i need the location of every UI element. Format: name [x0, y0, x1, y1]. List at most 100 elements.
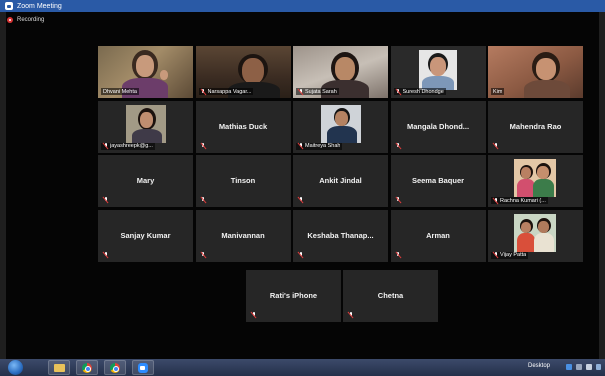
participant-name: Mahendra Rao [509, 121, 562, 131]
window-title: Zoom Meeting [17, 2, 62, 10]
taskbar-zoom[interactable] [132, 360, 154, 375]
muted-mic-icon [493, 142, 498, 149]
taskbar-explorer[interactable] [48, 360, 70, 375]
participant-name: Manivannan [221, 230, 265, 240]
participant-name: Keshaba Thanap... [307, 230, 374, 240]
participant-name: Seema Baquer [411, 176, 465, 186]
participant-name: jayashreepk@g... [110, 143, 153, 149]
participant-tile[interactable]: Sujata Sarah [293, 46, 388, 98]
chrome-icon [82, 362, 92, 373]
participant-nametag: Dhvani Mehta [101, 88, 139, 95]
muted-mic-icon [103, 251, 108, 258]
participant-tile[interactable]: Suresh Dhondge [390, 46, 486, 98]
participant-name: Vijay Patta [500, 252, 527, 258]
muted-mic-icon [298, 88, 303, 95]
participant-name: Dhvani Mehta [103, 88, 137, 95]
gallery-grid-last-row: Rati's iPhone Chetna [246, 270, 438, 322]
folder-icon [53, 363, 65, 372]
muted-mic-icon [396, 88, 401, 95]
participant-tile[interactable]: Dhvani Mehta [98, 46, 193, 98]
muted-mic-icon [201, 251, 206, 258]
muted-mic-icon [103, 197, 108, 203]
muted-mic-icon [396, 197, 401, 203]
participant-tile[interactable]: Rachna Kumari (... [488, 155, 583, 207]
participant-tile[interactable]: Maitreya Shah [293, 100, 388, 153]
participant-nametag: Rachna Kumari (... [491, 197, 548, 204]
desktop-toolbar-label[interactable]: Desktop [528, 363, 550, 369]
muted-mic-icon [298, 251, 303, 258]
muted-mic-icon [201, 197, 206, 203]
participant-tile[interactable]: Keshaba Thanap... [293, 209, 388, 262]
volume-icon[interactable] [576, 364, 582, 370]
participant-photo [514, 159, 556, 197]
muted-mic-icon [396, 251, 401, 258]
participant-tile[interactable]: Sanjay Kumar [98, 209, 193, 262]
participant-tile[interactable]: Manivannan [195, 209, 291, 262]
show-desktop-icon[interactable] [596, 364, 601, 370]
recording-label: Recording [17, 17, 45, 23]
participant-nametag: Kim [491, 88, 505, 95]
muted-mic-icon [103, 143, 108, 149]
participant-photo [321, 104, 361, 143]
participant-tile[interactable]: Arman [390, 209, 486, 262]
muted-mic-icon [201, 142, 206, 149]
participant-tile[interactable]: Mary [98, 155, 193, 207]
recording-indicator[interactable]: Recording [7, 17, 44, 23]
participant-nametag: Sujata Sarah [296, 88, 339, 95]
zoom-icon [138, 362, 148, 373]
participant-name: Chetna [377, 291, 404, 301]
participant-nametag: Vijay Patta [491, 251, 529, 259]
participant-tile[interactable]: Chetna [343, 270, 438, 322]
muted-mic-icon [298, 197, 303, 203]
windows-taskbar: Desktop [0, 359, 605, 376]
participant-name: Sanjay Kumar [120, 230, 171, 240]
participant-tile[interactable]: Narsappa Vagar... [195, 46, 291, 98]
participant-name: Mangala Dhond... [406, 121, 470, 131]
participant-photo [514, 213, 556, 252]
taskbar-chrome[interactable] [76, 360, 98, 375]
participant-tile[interactable]: Vijay Patta [488, 209, 583, 262]
participant-name: Sujata Sarah [305, 88, 337, 95]
participant-tile[interactable]: Seema Baquer [390, 155, 486, 207]
participant-name: Mathias Duck [218, 121, 268, 131]
participant-name: Suresh Dhondge [402, 88, 444, 95]
participant-tile[interactable]: Rati's iPhone [246, 270, 341, 322]
start-button[interactable] [8, 360, 23, 375]
muted-mic-icon [396, 142, 401, 149]
participant-name: Rati's iPhone [269, 291, 318, 301]
chrome-icon [110, 362, 120, 373]
participant-nametag: Suresh Dhondge [393, 88, 446, 95]
muted-mic-icon [493, 197, 498, 204]
participant-name: Arman [426, 230, 450, 240]
participant-name: Narsappa Vagar... [207, 88, 252, 95]
taskbar-chrome-2[interactable] [104, 360, 126, 375]
gallery-grid: Dhvani Mehta Narsappa Vagar... Sujata Sa… [98, 46, 584, 262]
record-icon [7, 17, 13, 23]
participant-name: Mary [136, 176, 155, 186]
participant-tile[interactable]: Tinson [195, 155, 291, 207]
participant-name: Rachna Kumari (... [500, 197, 546, 204]
participant-name: Maitreya Shah [305, 143, 341, 149]
participant-name: Ankit Jindal [319, 176, 362, 186]
participant-tile[interactable]: Mathias Duck [195, 100, 291, 153]
participant-tile[interactable]: Mahendra Rao [488, 100, 583, 153]
participant-nametag: jayashreepk@g... [101, 142, 155, 150]
muted-mic-icon [493, 252, 498, 258]
participant-name: Tinson [230, 176, 256, 186]
title-bar: Zoom Meeting [0, 0, 605, 12]
participant-tile[interactable]: Mangala Dhond... [390, 100, 486, 153]
notification-icon[interactable] [586, 364, 592, 370]
participant-tile[interactable]: Ankit Jindal [293, 155, 388, 207]
participant-name: Kim [493, 88, 503, 95]
network-icon[interactable] [566, 364, 572, 370]
muted-mic-icon [298, 143, 303, 149]
participant-tile[interactable]: jayashreepk@g... [98, 100, 193, 153]
participant-nametag: Maitreya Shah [296, 142, 343, 150]
participant-photo [126, 104, 166, 143]
muted-mic-icon [348, 312, 353, 318]
muted-mic-icon [251, 312, 256, 318]
participant-tile[interactable]: Kim [488, 46, 583, 98]
zoom-logo-icon [5, 2, 13, 10]
muted-mic-icon [201, 88, 206, 95]
participant-nametag: Narsappa Vagar... [198, 88, 254, 95]
